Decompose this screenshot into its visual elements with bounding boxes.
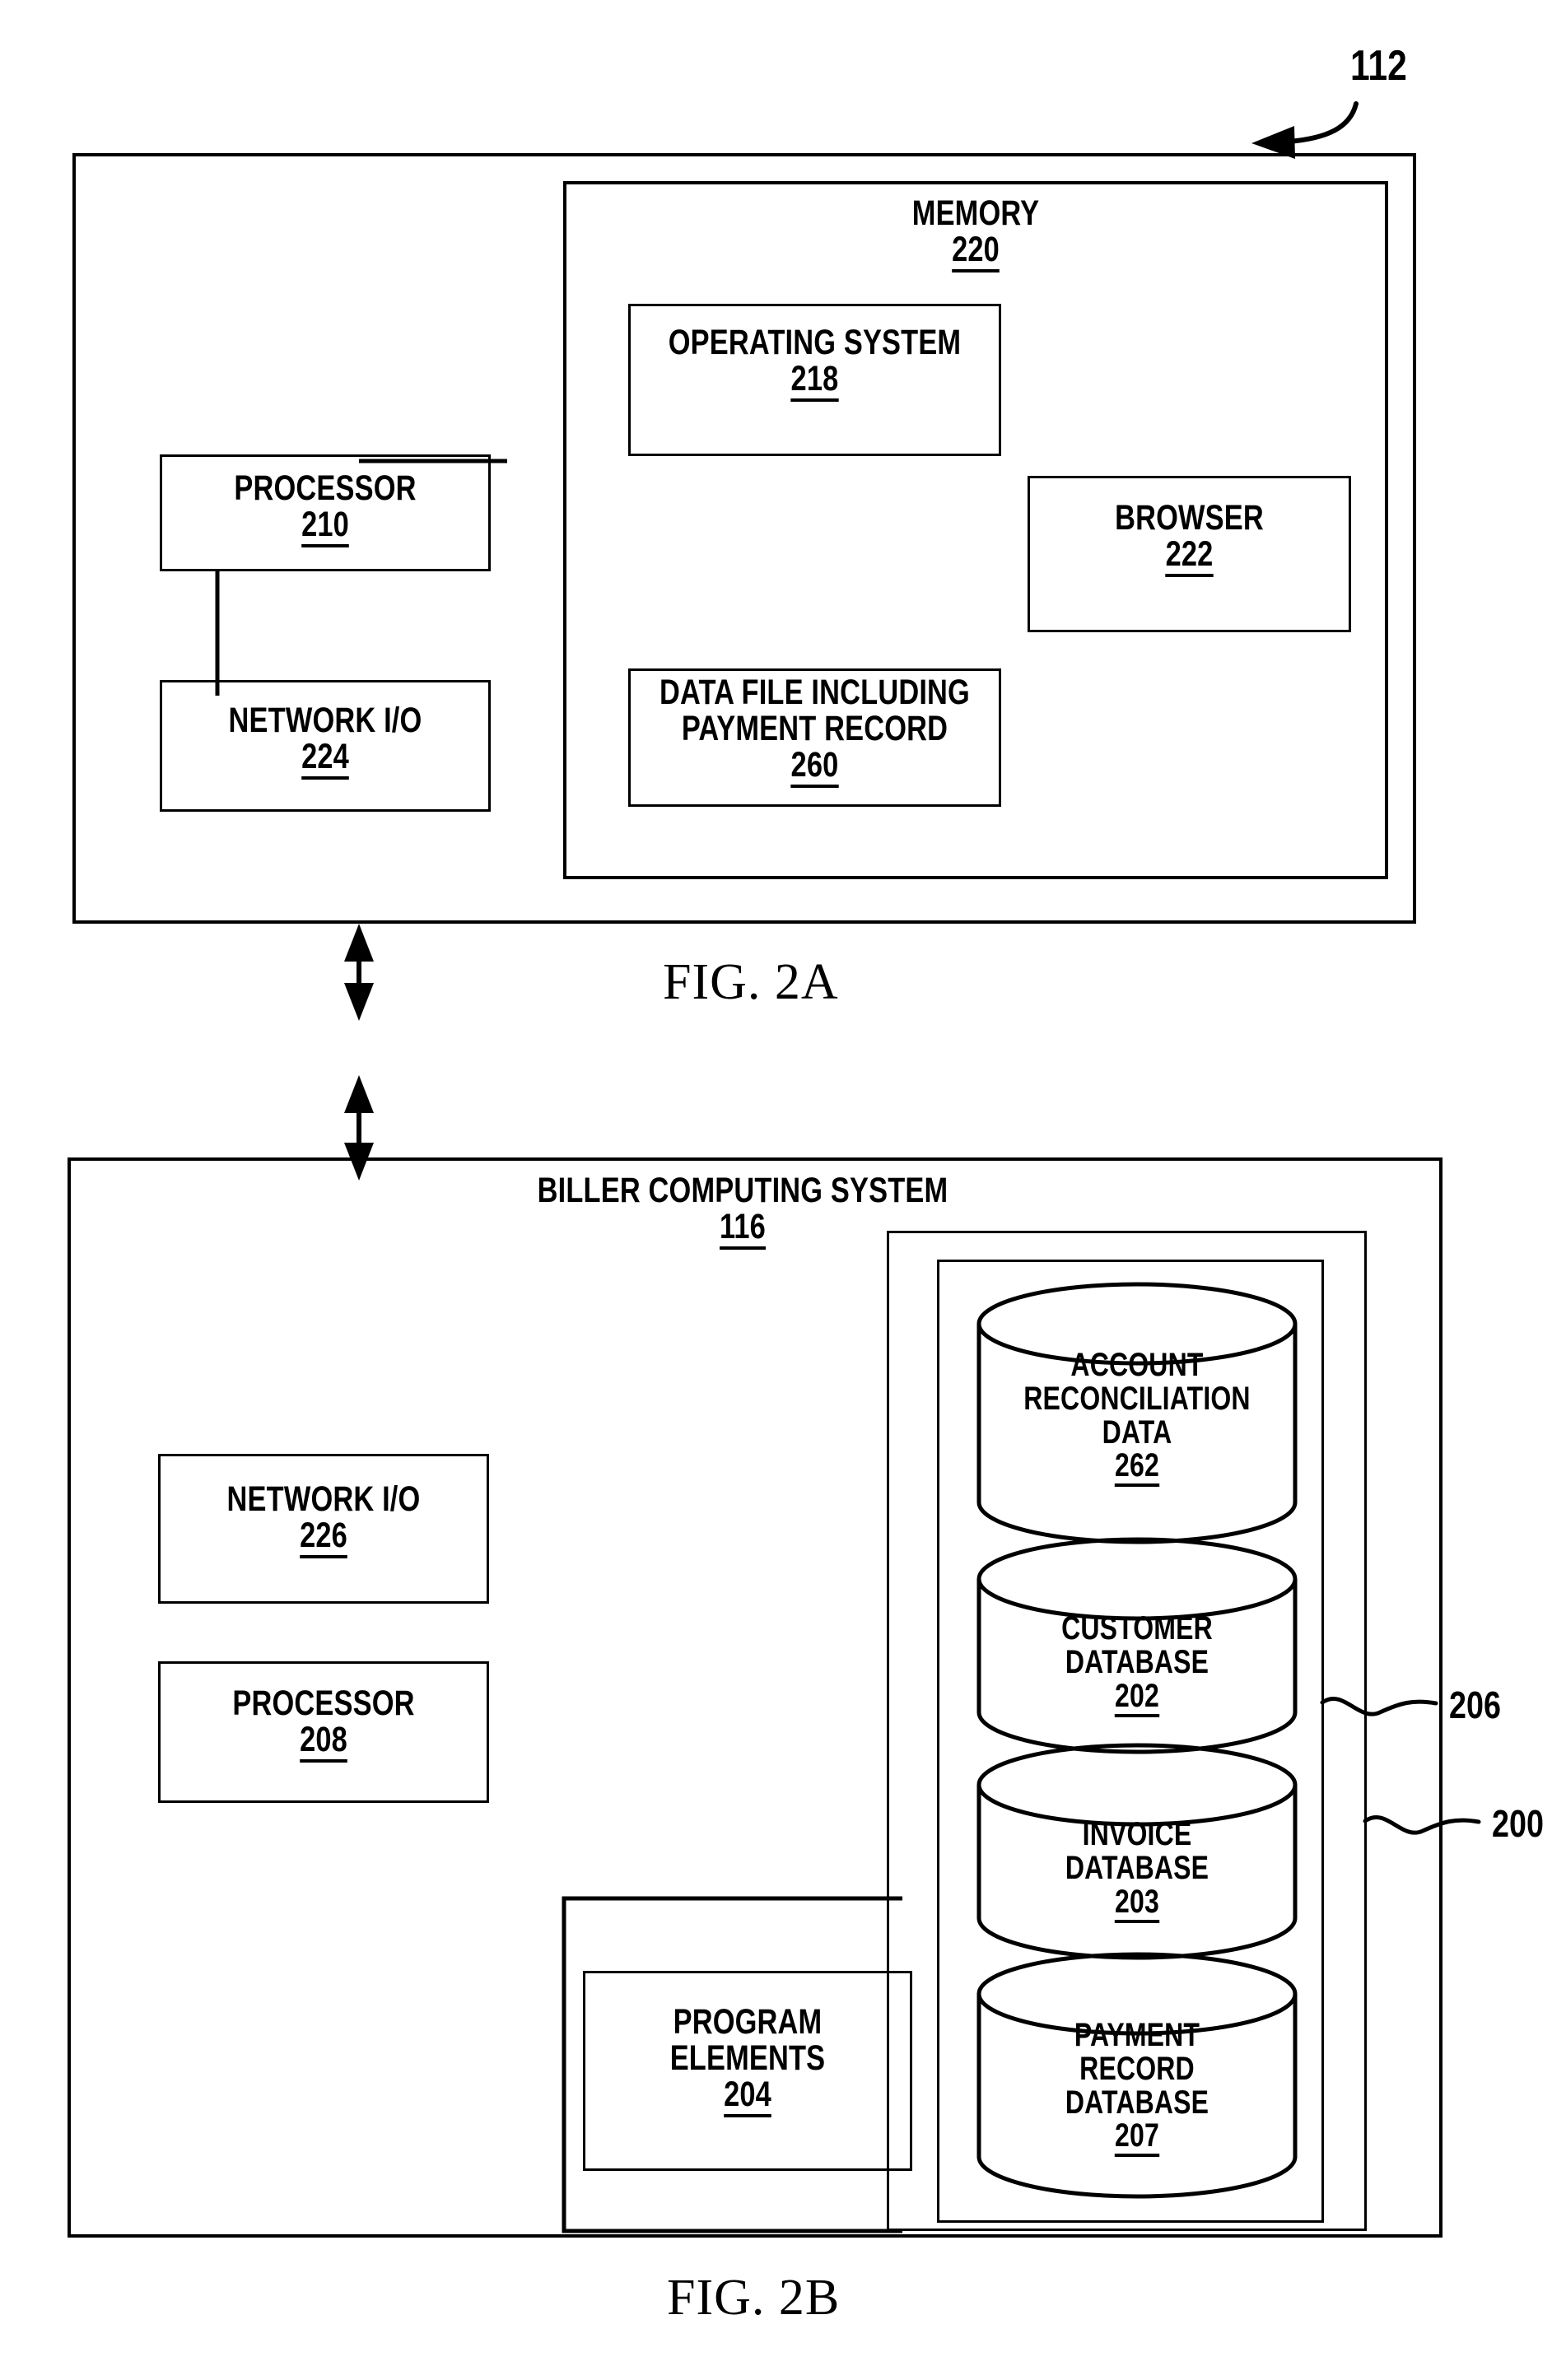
callout-206-label: 206 (1449, 1684, 1501, 1726)
db-207-line-3: DATABASE (1065, 2084, 1209, 2121)
program-elements-line-2: ELEMENTS (669, 2038, 826, 2078)
memory-label: MEMORY 220 (777, 193, 1174, 272)
network-io-226-label: NETWORK I/O 226 (191, 1479, 456, 1558)
callout-112-label: 112 (1350, 42, 1407, 90)
patent-figure-sheet: MEMORY 220 OPERATING SYSTEM 218 BROWSER … (0, 0, 1566, 2380)
fig2b-top-arrow-up (344, 1075, 374, 1113)
memory-ref: 220 (952, 231, 1000, 272)
browser-label-text: BROWSER (1115, 498, 1264, 538)
db-203-line-1: INVOICE (1082, 1816, 1192, 1852)
db-207-ref: 207 (1115, 2119, 1159, 2158)
fig2a-bottom-arrow-up (344, 924, 374, 962)
network-io-226-ref: 226 (300, 1517, 347, 1558)
db-262-line-1: ACCOUNT (1070, 1347, 1204, 1383)
processor-210-label-text: PROCESSOR (234, 468, 417, 508)
network-io-226-label-text: NETWORK I/O (226, 1479, 421, 1519)
fig2a-bottom-arrow-down (344, 983, 374, 1021)
db-203-line-2: DATABASE (1065, 1849, 1209, 1886)
data-file-line-2: PAYMENT RECORD (681, 708, 948, 748)
db-262-line-2: RECONCILIATION (1023, 1380, 1251, 1417)
data-file-line-1: DATA FILE INCLUDING (659, 673, 970, 712)
payment-record-database-label: PAYMENT RECORD DATABASE 207 (995, 2017, 1279, 2158)
fig2b-title-text: BILLER COMPUTING SYSTEM (537, 1171, 948, 1210)
network-io-224-ref: 224 (301, 738, 349, 780)
memory-label-text: MEMORY (911, 193, 1040, 233)
db-207-line-1: PAYMENT (1074, 2017, 1200, 2053)
db-202-ref: 202 (1115, 1679, 1159, 1717)
data-file-label: DATA FILE INCLUDING PAYMENT RECORD 260 (655, 673, 973, 788)
callout-112-leader (1286, 101, 1359, 144)
db-262-line-3: DATA (1102, 1414, 1172, 1451)
processor-208-ref: 208 (300, 1721, 347, 1763)
operating-system-ref: 218 (790, 361, 839, 402)
operating-system-label-text: OPERATING SYSTEM (668, 323, 962, 362)
customer-database-label: CUSTOMER DATABASE 202 (995, 1612, 1279, 1717)
invoice-database-label: INVOICE DATABASE 203 (995, 1818, 1279, 1923)
operating-system-label: OPERATING SYSTEM 218 (659, 323, 970, 402)
processor-208-label: PROCESSOR 208 (191, 1684, 456, 1763)
processor-210-label: PROCESSOR 210 (193, 468, 458, 547)
db-207-line-2: RECORD (1079, 2050, 1195, 2087)
account-reconciliation-data-label: ACCOUNT RECONCILIATION DATA 262 (995, 1347, 1279, 1488)
browser-ref: 222 (1165, 536, 1214, 577)
processor-208-label-text: PROCESSOR (232, 1684, 415, 1723)
db-202-line-2: DATABASE (1065, 1643, 1209, 1680)
db-202-line-1: CUSTOMER (1061, 1610, 1213, 1646)
data-file-ref: 260 (790, 747, 839, 788)
network-io-224-label-text: NETWORK I/O (228, 701, 422, 740)
network-io-224-label: NETWORK I/O 224 (193, 701, 458, 780)
callout-200-label: 200 (1492, 1802, 1544, 1845)
program-elements-ref: 204 (724, 2076, 771, 2117)
browser-label: BROWSER 222 (1060, 498, 1318, 577)
fig2b-title-ref: 116 (720, 1209, 766, 1250)
db-262-ref: 262 (1115, 1449, 1159, 1488)
program-elements-line-1: PROGRAM (673, 2002, 823, 2042)
db-203-ref: 203 (1115, 1885, 1159, 1923)
processor-210-ref: 210 (301, 506, 349, 547)
fig2a-caption: FIG. 2A (663, 954, 839, 1010)
fig2b-caption: FIG. 2B (667, 2270, 841, 2326)
program-elements-label: PROGRAM ELEMENTS 204 (616, 2002, 879, 2117)
